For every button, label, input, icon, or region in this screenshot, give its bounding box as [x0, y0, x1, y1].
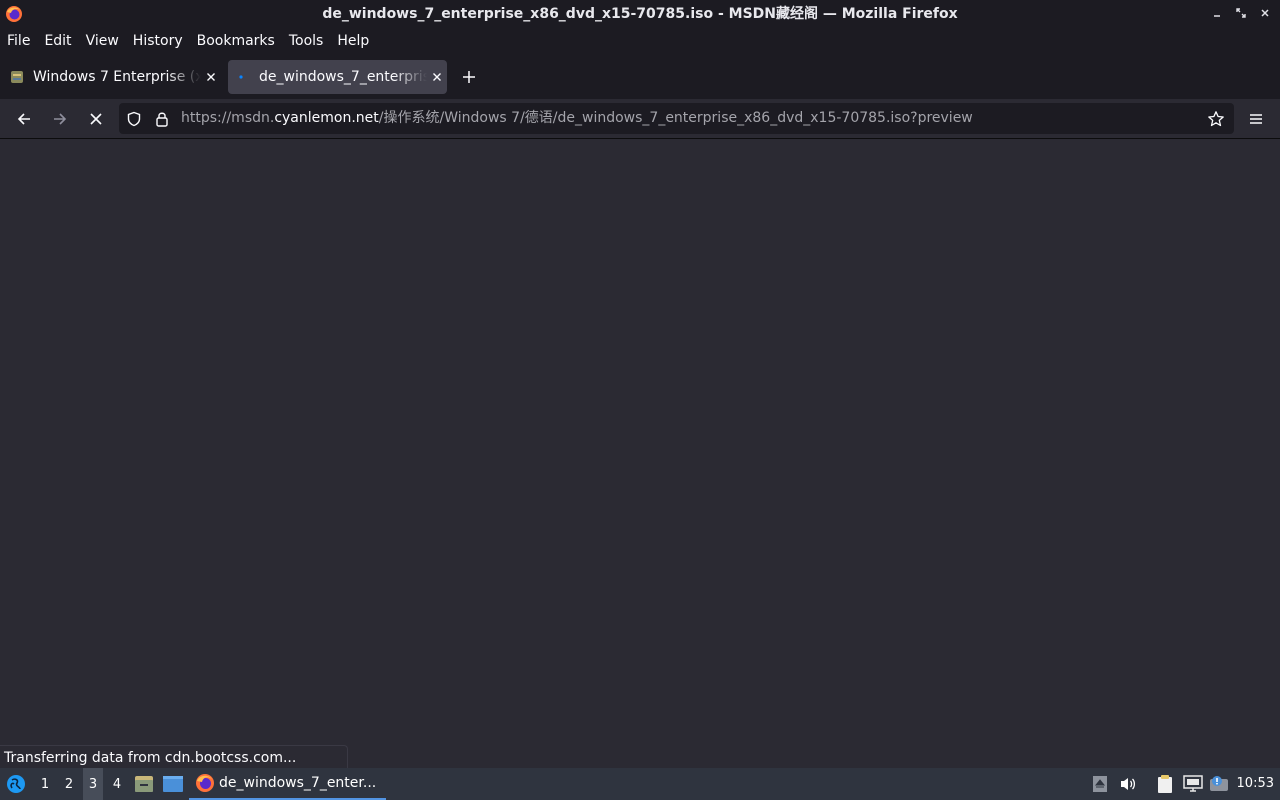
url-path: /操作系统/Windows 7/德语/de_windows_7_enterpri…	[378, 110, 973, 126]
file-manager-icon	[135, 776, 153, 792]
stop-loading-button[interactable]	[84, 107, 108, 131]
clock: 10:53	[1236, 776, 1274, 791]
taskbar: 1 2 3 4 de_windows_7_enter... 10:53	[0, 768, 1280, 800]
menu-edit[interactable]: Edit	[44, 29, 71, 54]
menu-bar: File Edit View History Bookmarks Tools H…	[0, 29, 1280, 54]
maximize-icon[interactable]	[1234, 6, 1248, 22]
workspace-3[interactable]: 3	[83, 768, 103, 800]
firefox-window: de_windows_7_enterprise_x86_dvd_x15-7078…	[0, 0, 1280, 800]
minimize-icon[interactable]	[1210, 6, 1224, 22]
new-tab-button[interactable]	[459, 67, 479, 87]
system-logo-icon	[7, 775, 25, 793]
stop-icon	[90, 113, 102, 125]
tab-bar: Windows 7 Enterprise (x86) - D de_window…	[0, 54, 1280, 99]
close-tab-icon[interactable]	[203, 69, 219, 85]
navigation-toolbar: https://msdn.cyanlemon.net/操作系统/Windows …	[0, 99, 1280, 139]
workspace-2[interactable]: 2	[59, 768, 79, 800]
desktop-icon	[163, 776, 183, 792]
app-menu-button[interactable]	[1244, 107, 1268, 131]
title-bar: de_windows_7_enterprise_x86_dvd_x15-7078…	[0, 0, 1280, 29]
back-button[interactable]	[12, 107, 36, 131]
firefox-icon	[196, 774, 214, 792]
page-content[interactable]	[0, 140, 1280, 768]
network-icon[interactable]	[1181, 768, 1205, 800]
url-text[interactable]: https://msdn.cyanlemon.net/操作系统/Windows …	[181, 103, 973, 134]
tray-eject-icon[interactable]	[1090, 768, 1110, 800]
tracking-protection-shield-icon[interactable]	[125, 110, 143, 128]
loading-throbber-icon	[239, 75, 243, 79]
bookmark-star-icon[interactable]	[1207, 110, 1225, 128]
clipboard-icon[interactable]	[1154, 768, 1176, 800]
menu-help[interactable]: Help	[337, 29, 369, 54]
menu-bookmarks[interactable]: Bookmarks	[197, 29, 275, 54]
hamburger-menu-icon	[1250, 114, 1262, 124]
show-desktop-launcher[interactable]	[161, 768, 185, 800]
arrow-left-icon	[17, 113, 30, 125]
status-panel: Transferring data from cdn.bootcss.com..…	[0, 745, 348, 769]
url-host: cyanlemon.net	[274, 110, 379, 126]
task-label: de_windows_7_enter...	[219, 775, 377, 791]
tab-current-iso[interactable]: de_windows_7_enterprise_x86_	[228, 60, 447, 94]
address-bar[interactable]: https://msdn.cyanlemon.net/操作系统/Windows …	[119, 103, 1234, 134]
arrow-right-icon	[54, 113, 67, 125]
tab-windows-7-enterprise[interactable]: Windows 7 Enterprise (x86) - D	[2, 60, 220, 94]
taskbar-task-firefox[interactable]: de_windows_7_enter...	[189, 768, 386, 800]
menu-view[interactable]: View	[86, 29, 119, 54]
forward-button[interactable]	[48, 107, 72, 131]
tab-label: Windows 7 Enterprise (x86) - D	[33, 69, 201, 85]
window-controls	[1210, 6, 1272, 22]
volume-icon[interactable]	[1117, 768, 1139, 800]
menu-tools[interactable]: Tools	[289, 29, 324, 54]
tab-label: de_windows_7_enterprise_x86_	[259, 69, 427, 85]
close-tab-icon[interactable]	[429, 69, 445, 85]
file-manager-launcher[interactable]	[133, 768, 155, 800]
menu-file[interactable]: File	[7, 29, 30, 54]
url-scheme: https://msdn.	[181, 110, 275, 126]
menu-history[interactable]: History	[133, 29, 183, 54]
site-favicon-icon	[11, 71, 23, 83]
workspace-4[interactable]: 4	[107, 768, 127, 800]
close-icon[interactable]	[1258, 6, 1272, 22]
lock-icon[interactable]	[153, 110, 171, 128]
notification-icon[interactable]	[1208, 768, 1230, 800]
window-title: de_windows_7_enterprise_x86_dvd_x15-7078…	[322, 6, 958, 22]
status-text: Transferring data from cdn.bootcss.com..…	[4, 750, 297, 766]
workspace-1[interactable]: 1	[35, 768, 55, 800]
start-menu-button[interactable]	[4, 768, 28, 800]
